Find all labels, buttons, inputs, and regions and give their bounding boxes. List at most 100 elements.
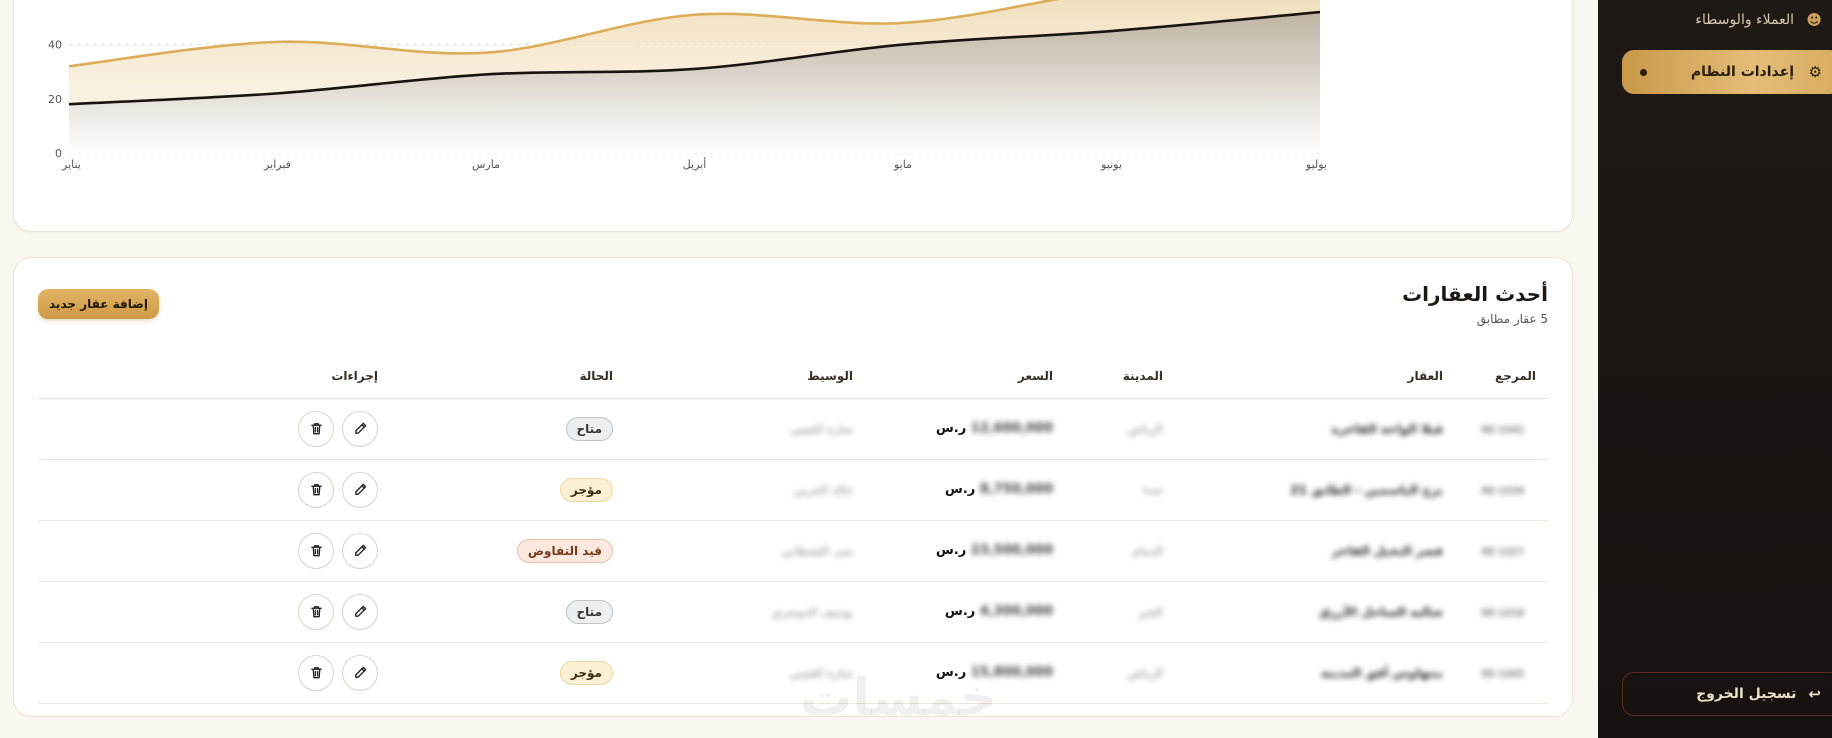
cell-city: الخبر (1053, 581, 1163, 643)
sidebar-item-clients[interactable]: ☻ العملاء والوسطاء (1622, 0, 1832, 40)
currency-label: ر.س (944, 604, 976, 619)
col-header-agent: الوسيط (613, 354, 853, 399)
sidebar-item-label: إعدادات النظام (1690, 64, 1794, 80)
active-indicator-dot (1640, 68, 1647, 76)
ref-value: RE-1018 (1481, 607, 1524, 619)
add-property-button[interactable]: إضافة عقار جديد (38, 289, 159, 319)
y-tick-label: 20 (48, 93, 62, 106)
cell-price: 4,300,000 ر.س (853, 581, 1053, 643)
status-badge: قيد التفاوض (516, 538, 613, 563)
col-header-status: الحالة (378, 354, 613, 399)
chart-card: 0 20 40 يناير فبراير مارس أبريل مايو يونيو يوليو (13, 0, 1573, 232)
table-row: RE-1039 برج الياسمين - الطابق 21 جدة 8,750,… (38, 459, 1548, 521)
cell-property[interactable]: فيلا الواحة الفاخرة (1163, 398, 1443, 460)
edit-button[interactable] (342, 471, 378, 508)
table-row: RE-1018 شاليه الساحل الأزرق الخبر 4,300,000… (38, 581, 1548, 643)
cell-property[interactable]: شاليه الساحل الأزرق (1163, 581, 1443, 643)
city-value: الرياض (1127, 665, 1163, 680)
trash-icon (309, 482, 324, 497)
delete-button[interactable] (298, 593, 334, 630)
table-row: RE-1042 فيلا الواحة الفاخرة الرياض 12,600,0… (38, 398, 1548, 460)
ref-value: RE-1027 (1481, 546, 1524, 558)
y-tick-label: 0 (55, 147, 62, 160)
settings-icon: ⚙ (1808, 63, 1822, 81)
x-tick-label: مايو (893, 158, 912, 171)
pencil-icon (353, 421, 368, 436)
edit-button[interactable] (342, 654, 378, 691)
cell-actions (38, 520, 378, 582)
cell-ref: RE-1018 (1443, 581, 1548, 643)
cell-status: متاح (378, 581, 613, 643)
price-value: 12,600,000 (970, 421, 1053, 436)
cell-actions (38, 642, 378, 704)
cell-city: الرياض (1053, 398, 1163, 460)
delete-button[interactable] (298, 532, 334, 569)
delete-button[interactable] (298, 654, 334, 691)
table-row: RE-1005 بنتهاوس أفق المدينة الرياض 15,800,0… (38, 642, 1548, 704)
cell-actions (38, 398, 378, 460)
card-title: أحدث العقارات (1402, 282, 1548, 306)
users-icon: ☻ (1806, 11, 1822, 29)
cell-agent: منى القحطاني (613, 520, 853, 582)
pencil-icon (353, 482, 368, 497)
agent-value: يوسف الدوسري (772, 604, 853, 619)
col-header-actions: إجراءات (38, 354, 378, 399)
cell-city: الرياض (1053, 642, 1163, 704)
results-count: 5 عقار مطابق (1476, 312, 1548, 326)
cell-actions (38, 459, 378, 521)
cell-agent: خالد الحربي (613, 459, 853, 521)
cell-ref: RE-1039 (1443, 459, 1548, 521)
cell-status: متاح (378, 398, 613, 460)
price-value: 8,750,000 (979, 482, 1053, 497)
cell-property[interactable]: قصر النخيل الفاخر (1163, 520, 1443, 582)
x-tick-label: يوليو (1305, 158, 1327, 171)
cell-status: مؤجر (378, 642, 613, 704)
cell-status: مؤجر (378, 459, 613, 521)
cell-agent: سارة العتيبي (613, 398, 853, 460)
properties-table: المرجع العقار المدينة السعر الوسيط الحال… (38, 354, 1548, 704)
price-value: 4,300,000 (979, 604, 1053, 619)
city-value: الخبر (1138, 604, 1163, 619)
cell-ref: RE-1027 (1443, 520, 1548, 582)
col-header-city: المدينة (1053, 354, 1163, 399)
trash-icon (309, 604, 324, 619)
trash-icon (309, 665, 324, 680)
ref-value: RE-1005 (1481, 668, 1524, 680)
property-name: بنتهاوس أفق المدينة (1320, 665, 1443, 680)
ref-value: RE-1042 (1481, 424, 1524, 436)
status-badge: مؤجر (559, 477, 613, 502)
city-value: جدة (1142, 482, 1163, 497)
trash-icon (309, 543, 324, 558)
cell-city: جدة (1053, 459, 1163, 521)
logout-label: تسجيل الخروج (1696, 686, 1797, 702)
delete-button[interactable] (298, 471, 334, 508)
x-tick-label: فبراير (263, 158, 291, 171)
city-value: الرياض (1127, 421, 1163, 436)
sidebar-item-label: العملاء والوسطاء (1695, 12, 1794, 28)
property-name: برج الياسمين - الطابق 21 (1290, 482, 1443, 497)
sidebar: ☻ العملاء والوسطاء ⚙ إعدادات النظام ↩ تس… (1598, 0, 1832, 738)
trash-icon (309, 421, 324, 436)
logout-button[interactable]: ↩ تسجيل الخروج (1622, 672, 1832, 716)
edit-button[interactable] (342, 410, 378, 447)
cell-city: الدمام (1053, 520, 1163, 582)
cell-price: 12,600,000 ر.س (853, 398, 1053, 460)
cell-actions (38, 581, 378, 643)
cell-agent: يوسف الدوسري (613, 581, 853, 643)
area-chart: 0 20 40 يناير فبراير مارس أبريل مايو يونيو يوليو (48, 0, 1327, 171)
edit-button[interactable] (342, 593, 378, 630)
sidebar-item-settings[interactable]: ⚙ إعدادات النظام (1622, 50, 1832, 94)
property-name: شاليه الساحل الأزرق (1319, 604, 1443, 619)
cell-price: 23,500,000 ر.س (853, 520, 1053, 582)
delete-button[interactable] (298, 410, 334, 447)
currency-label: ر.س (935, 543, 967, 558)
table-header-row: المرجع العقار المدينة السعر الوسيط الحال… (38, 354, 1548, 399)
x-tick-label: يناير (61, 158, 81, 171)
edit-button[interactable] (342, 532, 378, 569)
agent-value: سارة العتيبي (789, 421, 853, 436)
col-header-property: العقار (1163, 354, 1443, 399)
col-header-price: السعر (853, 354, 1053, 399)
cell-property[interactable]: برج الياسمين - الطابق 21 (1163, 459, 1443, 521)
cell-property[interactable]: بنتهاوس أفق المدينة (1163, 642, 1443, 704)
city-value: الدمام (1132, 543, 1163, 558)
